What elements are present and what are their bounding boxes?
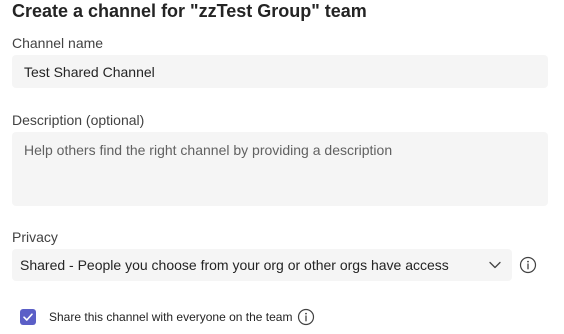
checkmark-icon: [23, 313, 33, 321]
share-checkbox[interactable]: [20, 309, 36, 325]
share-checkbox-label: Share this channel with everyone on the …: [49, 310, 293, 324]
privacy-select[interactable]: Shared - People you choose from your org…: [12, 249, 512, 281]
privacy-info-icon[interactable]: [519, 256, 537, 274]
privacy-label: Privacy: [12, 229, 58, 245]
description-placeholder: Help others find the right channel by pr…: [24, 142, 393, 158]
channel-name-input[interactable]: Test Shared Channel: [12, 55, 548, 88]
dialog-title: Create a channel for "zzTest Group" team: [12, 1, 367, 21]
channel-name-value: Test Shared Channel: [24, 64, 155, 80]
description-textarea[interactable]: Help others find the right channel by pr…: [12, 132, 548, 206]
channel-name-label: Channel name: [12, 35, 104, 51]
privacy-selected-value: Shared - People you choose from your org…: [20, 257, 449, 273]
description-label: Description (optional): [12, 112, 145, 128]
chevron-down-icon: [489, 261, 501, 269]
share-info-icon[interactable]: [297, 308, 315, 326]
